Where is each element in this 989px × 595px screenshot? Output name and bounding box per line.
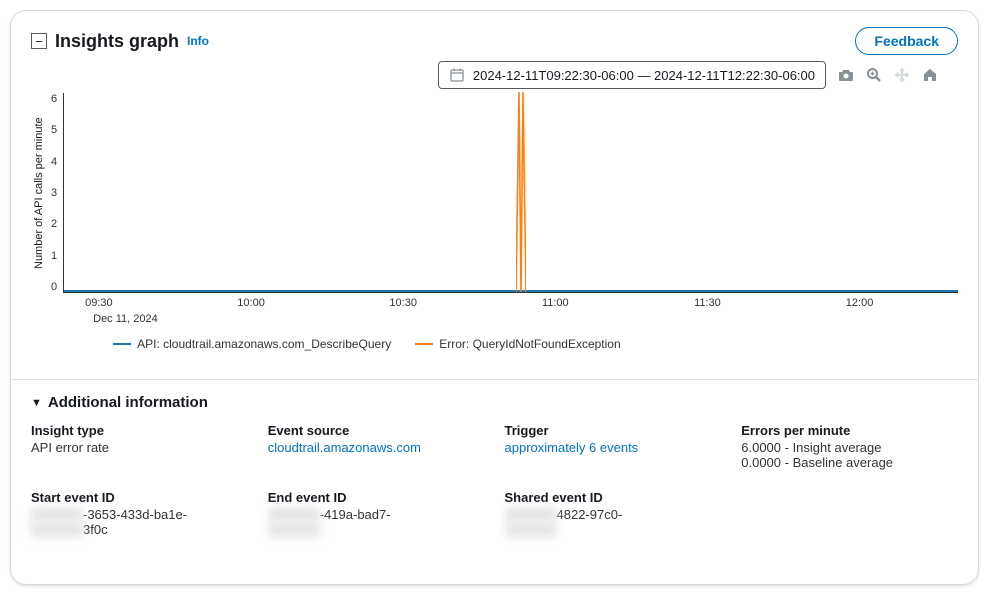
series-api-line	[64, 290, 958, 292]
time-range-text: 2024-12-11T09:22:30-06:00 — 2024-12-11T1…	[473, 68, 815, 83]
field-trigger: Trigger approximately 6 events	[505, 423, 722, 470]
field-empty	[741, 490, 958, 537]
legend-swatch-error	[415, 343, 433, 345]
redacted-text: xxxxxxxx	[31, 507, 83, 522]
field-insight-type: Insight type API error rate	[31, 423, 248, 470]
redacted-text: xxxxxxxx	[505, 522, 557, 537]
additional-info-grid: Insight type API error rate Event source…	[31, 423, 958, 537]
field-end-event-id: End event ID xxxxxxxx-419a-bad7- xxxxxxx…	[268, 490, 485, 537]
pan-icon	[894, 67, 910, 83]
series-error-spike	[516, 92, 526, 292]
legend-item-api[interactable]: API: cloudtrail.amazonaws.com_DescribeQu…	[113, 337, 391, 351]
additional-info-title: Additional information	[48, 394, 208, 411]
plot-area[interactable]	[63, 93, 958, 293]
redacted-text: xxxxxxxx	[268, 522, 320, 537]
panel-header: − Insights graph Info Feedback	[31, 27, 958, 55]
camera-icon[interactable]	[838, 67, 854, 83]
field-errors-per-minute: Errors per minute 6.0000 - Insight avera…	[741, 423, 958, 470]
caret-down-icon: ▼	[31, 397, 42, 409]
feedback-button[interactable]: Feedback	[855, 27, 958, 55]
legend-item-error[interactable]: Error: QueryIdNotFoundException	[415, 337, 620, 351]
redacted-text: xxxxxxxx	[505, 507, 557, 522]
chart-toolbar: 2024-12-11T09:22:30-06:00 — 2024-12-11T1…	[31, 61, 958, 89]
chart: Number of API calls per minute 6 5 4 3 2…	[31, 93, 958, 363]
time-range-picker[interactable]: 2024-12-11T09:22:30-06:00 — 2024-12-11T1…	[438, 61, 826, 89]
chart-legend: API: cloudtrail.amazonaws.com_DescribeQu…	[63, 337, 958, 351]
redacted-text: xxxxxxxx	[268, 507, 320, 522]
home-icon[interactable]	[922, 67, 938, 83]
field-event-source: Event source cloudtrail.amazonaws.com	[268, 423, 485, 470]
divider	[11, 379, 978, 380]
insights-panel: − Insights graph Info Feedback 2024-12-1…	[10, 10, 979, 585]
event-source-link[interactable]: cloudtrail.amazonaws.com	[268, 440, 485, 455]
y-axis: 6 5 4 3 2 1 0	[51, 93, 63, 293]
field-start-event-id: Start event ID xxxxxxxx-3653-433d-ba1e- …	[31, 490, 248, 537]
redacted-text: xxxxxxxx	[31, 522, 83, 537]
x-axis-date: Dec 11, 2024	[93, 313, 958, 325]
zoom-icon[interactable]	[866, 67, 882, 83]
info-link[interactable]: Info	[187, 34, 209, 48]
collapse-icon[interactable]: −	[31, 33, 47, 49]
legend-swatch-api	[113, 343, 131, 345]
trigger-link[interactable]: approximately 6 events	[505, 440, 722, 455]
calendar-icon	[449, 67, 465, 83]
field-shared-event-id: Shared event ID xxxxxxxx4822-97c0- xxxxx…	[505, 490, 722, 537]
x-axis: 09:30 10:00 10:30 11:00 11:30 12:00	[63, 297, 958, 313]
y-axis-label: Number of API calls per minute	[31, 93, 47, 293]
panel-title: Insights graph	[55, 31, 179, 52]
additional-info-header[interactable]: ▼ Additional information	[31, 394, 958, 411]
